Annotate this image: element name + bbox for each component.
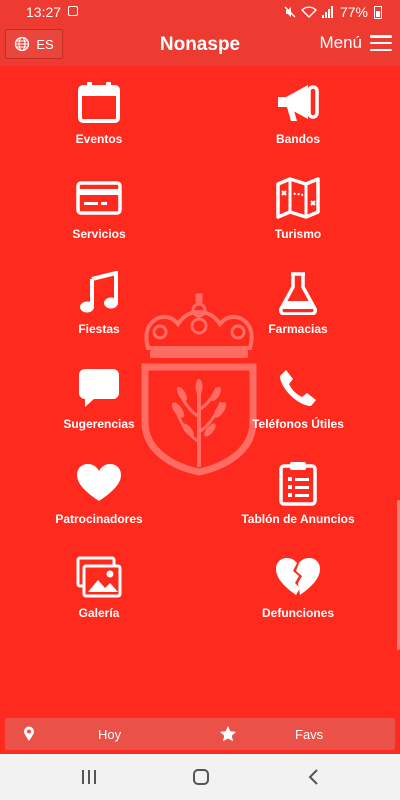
location-pin-icon xyxy=(24,726,34,741)
calendar-icon xyxy=(76,80,122,126)
phone-icon xyxy=(275,365,321,411)
tab-favs[interactable]: Favs xyxy=(215,718,395,750)
status-time: 13:27 xyxy=(26,4,62,20)
tile-label: Bandos xyxy=(275,132,320,146)
battery-percent: 77% xyxy=(339,4,368,20)
tile-patrocinadores[interactable]: Patrocinadores xyxy=(19,460,179,540)
speech-bubble-icon xyxy=(76,365,122,411)
map-icon xyxy=(275,175,321,221)
wifi-icon xyxy=(300,6,317,18)
tile-label: Patrocinadores xyxy=(55,512,143,526)
megaphone-icon xyxy=(275,80,321,126)
tile-bandos[interactable]: Bandos xyxy=(218,80,378,160)
music-note-icon xyxy=(76,270,122,316)
broken-heart-icon xyxy=(275,554,321,600)
gallery-icon xyxy=(76,554,122,600)
back-icon[interactable] xyxy=(306,766,320,788)
flask-icon xyxy=(275,270,321,316)
tab-label: Hoy xyxy=(98,726,122,742)
tile-label: Fiestas xyxy=(78,322,120,336)
tile-galeria[interactable]: Galería xyxy=(19,554,179,634)
tile-turismo[interactable]: Turismo xyxy=(218,175,378,255)
tile-label: Defunciones xyxy=(261,606,334,620)
status-bar: 13:27 77% xyxy=(0,0,400,24)
tab-hoy[interactable]: Hoy xyxy=(19,718,199,750)
tile-label: Teléfonos Útiles xyxy=(252,417,344,431)
status-indicators: 77% xyxy=(284,4,382,20)
app-header: ES Nonaspe Menú xyxy=(0,24,400,66)
tile-fiestas[interactable]: Fiestas xyxy=(19,270,179,350)
bottom-tab-bar: Hoy Favs xyxy=(5,718,395,750)
tile-label: Sugerencias xyxy=(63,417,135,431)
tile-defunciones[interactable]: Defunciones xyxy=(218,554,378,634)
system-navigation-bar xyxy=(0,754,400,800)
recent-apps-icon[interactable] xyxy=(80,766,98,788)
tab-label: Favs xyxy=(295,726,324,742)
tile-label: Eventos xyxy=(75,132,123,146)
tile-label: Turismo xyxy=(274,227,322,241)
star-icon xyxy=(220,726,236,742)
battery-icon xyxy=(374,5,382,19)
mute-icon xyxy=(284,6,296,18)
tile-eventos[interactable]: Eventos xyxy=(19,80,179,160)
tile-farmacias[interactable]: Farmacias xyxy=(218,270,378,350)
home-icon[interactable] xyxy=(192,766,210,788)
credit-card-icon xyxy=(76,175,122,221)
clipboard-icon xyxy=(275,460,321,506)
signal-icon xyxy=(321,6,333,18)
tile-label: Tablón de Anuncios xyxy=(241,512,355,526)
tile-label: Farmacias xyxy=(268,322,328,336)
menu-button[interactable]: Menú xyxy=(319,33,392,53)
heart-icon xyxy=(76,460,122,506)
menu-label: Menú xyxy=(319,33,362,52)
tile-tablon[interactable]: Tablón de Anuncios xyxy=(218,460,378,540)
tile-servicios[interactable]: Servicios xyxy=(19,175,179,255)
tile-sugerencias[interactable]: Sugerencias xyxy=(19,365,179,445)
tile-label: Servicios xyxy=(72,227,126,241)
hamburger-icon xyxy=(370,35,392,51)
tile-label: Galería xyxy=(78,606,120,620)
tile-telefonos[interactable]: Teléfonos Útiles xyxy=(218,365,378,445)
notification-icon xyxy=(68,6,78,16)
